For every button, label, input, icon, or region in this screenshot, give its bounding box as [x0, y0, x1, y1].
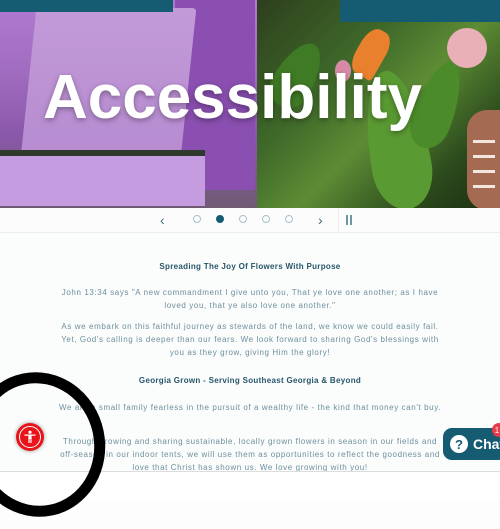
lace	[473, 140, 495, 143]
scripture-paragraph: John 13:34 says "A new commandment I giv…	[61, 288, 439, 310]
section-heading: Spreading The Joy Of Flowers With Purpos…	[159, 262, 341, 271]
chat-notification-badge: 1	[492, 423, 500, 437]
family-paragraph: We are a small family fearless in the pu…	[58, 403, 442, 412]
person-glyph	[24, 430, 36, 443]
header-bar-left	[0, 0, 173, 12]
growing-paragraph: Through growing and sharing sustainable,…	[60, 437, 440, 472]
mission-paragraph: As we embark on this faithful journey as…	[61, 322, 439, 357]
divider	[338, 208, 339, 232]
slide-dot-4[interactable]	[262, 215, 270, 223]
slide-dot-2[interactable]	[216, 215, 224, 223]
slide-dot-3[interactable]	[239, 215, 247, 223]
chevron-left-icon[interactable]: ‹	[160, 212, 165, 228]
lace	[473, 170, 495, 173]
about-section: Spreading The Joy Of Flowers With Purpos…	[0, 233, 500, 472]
tray-shape	[0, 150, 205, 206]
slideshow-controls: ‹ ›	[0, 208, 500, 233]
chat-label: Chat	[473, 436, 500, 452]
accessibility-person-icon	[19, 426, 41, 448]
chat-button[interactable]: ? Chat	[443, 428, 500, 460]
slide-dot-5[interactable]	[285, 215, 293, 223]
hero-title: Accessibility	[42, 63, 423, 132]
help-question-icon: ?	[450, 435, 468, 453]
slide-dot-1[interactable]	[193, 215, 201, 223]
page-footer-area	[0, 472, 500, 500]
lace	[473, 185, 495, 188]
chevron-right-icon[interactable]: ›	[318, 212, 323, 228]
lace	[473, 155, 495, 158]
header-bar-right	[340, 0, 500, 22]
section-heading: Georgia Grown - Serving Southeast Georgi…	[138, 376, 362, 385]
football-shape	[467, 110, 500, 208]
pause-icon[interactable]	[346, 215, 352, 225]
hero-banner: Accessibility	[0, 0, 500, 208]
accessibility-button[interactable]	[16, 423, 44, 451]
